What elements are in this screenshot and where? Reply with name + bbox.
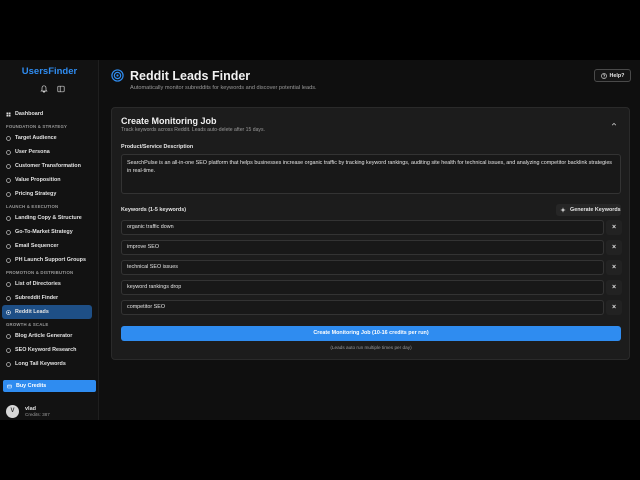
- sidebar-item-label: Email Sequencer: [15, 243, 59, 249]
- keyword-input[interactable]: technical SEO issues: [121, 260, 604, 275]
- card-title: Create Monitoring Job: [121, 116, 217, 126]
- sidebar-item-list-of-directories[interactable]: List of Directories: [0, 277, 99, 291]
- sidebar-item-label: PH Launch Support Groups: [15, 257, 86, 263]
- user-credits: Credits: 387: [25, 412, 50, 417]
- sidebar-item-label: SEO Keyword Research: [15, 347, 77, 353]
- search-icon: [6, 347, 11, 353]
- star-icon: [6, 177, 11, 183]
- group-icon: [6, 257, 11, 263]
- sidebar-item-user-persona[interactable]: User Persona: [0, 145, 99, 159]
- sidebar-toggle-icon[interactable]: [57, 85, 65, 93]
- sidebar-item-label: Subreddit Finder: [15, 295, 59, 301]
- sidebar-section-title: GROWTH & SCALE: [6, 322, 49, 327]
- sidebar-item-dashboard[interactable]: Dashboard: [0, 107, 99, 121]
- help-button[interactable]: Help?: [594, 69, 631, 82]
- card-subtitle: Track keywords across Reddit. Leads auto…: [121, 127, 265, 133]
- list-icon: [6, 281, 11, 287]
- app-logo[interactable]: UsersFinder: [0, 66, 99, 77]
- remove-keyword-button[interactable]: ×: [606, 300, 622, 315]
- help-label: Help?: [609, 72, 625, 79]
- sidebar-section-title: PROMOTION & DISTRIBUTION: [6, 270, 74, 275]
- chevron-up-icon[interactable]: [611, 121, 617, 127]
- sidebar-item-long-tail-keywords[interactable]: Long Tail Keywords: [0, 357, 99, 371]
- transform-icon: [6, 163, 11, 169]
- credit-card-icon: [7, 384, 12, 389]
- sparkle-icon: [560, 207, 566, 213]
- sidebar-item-label: Dashboard: [15, 111, 44, 117]
- sidebar-item-subreddit-finder[interactable]: Subreddit Finder: [0, 291, 99, 305]
- target-icon: [6, 135, 11, 141]
- buy-credits-label: Buy Credits: [16, 383, 47, 389]
- sidebar-item-label: Landing Copy & Structure: [15, 215, 82, 221]
- sidebar-section-title: LAUNCH & EXECUTION: [6, 204, 59, 209]
- page-title: Reddit Leads Finder: [130, 69, 251, 83]
- sidebar-item-go-to-market-strategy[interactable]: Go-To-Market Strategy: [0, 225, 99, 239]
- app-window: UsersFinder Dashboard FOUNDATION & STRATE…: [0, 60, 640, 420]
- keyword-input[interactable]: competitor SEO: [121, 300, 604, 315]
- user-icon: [6, 149, 11, 155]
- sidebar-item-label: Go-To-Market Strategy: [15, 229, 73, 235]
- sidebar-item-blog-article-generator[interactable]: Blog Article Generator: [0, 329, 99, 343]
- sidebar-item-label: Pricing Strategy: [15, 191, 57, 197]
- mail-icon: [6, 243, 11, 249]
- sidebar-section-title: FOUNDATION & STRATEGY: [6, 124, 68, 129]
- generate-keywords-button[interactable]: Generate Keywords: [556, 204, 621, 216]
- sidebar-item-label: Blog Article Generator: [15, 333, 73, 339]
- remove-keyword-button[interactable]: ×: [606, 220, 622, 235]
- keyword-input[interactable]: improve SEO: [121, 240, 604, 255]
- radar-icon: [111, 69, 124, 82]
- sidebar-item-seo-keyword-research[interactable]: SEO Keyword Research: [0, 343, 99, 357]
- remove-keyword-button[interactable]: ×: [606, 280, 622, 295]
- radar-icon: [6, 309, 11, 315]
- keyword-input[interactable]: organic traffic down: [121, 220, 604, 235]
- avatar: V: [6, 405, 19, 418]
- sidebar-item-target-audience[interactable]: Target Audience: [0, 131, 99, 145]
- sidebar-item-landing-copy-structure[interactable]: Landing Copy & Structure: [0, 211, 99, 225]
- sidebar-item-label: User Persona: [15, 149, 50, 155]
- sidebar-item-label: Long Tail Keywords: [15, 361, 66, 367]
- keyword-input[interactable]: keyword rankings drop: [121, 280, 604, 295]
- main-content: Reddit Leads Finder Automatically monito…: [100, 60, 640, 420]
- generate-keywords-label: Generate Keywords: [570, 207, 621, 213]
- description-textarea[interactable]: SearchPulse is an all-in-one SEO platfor…: [121, 154, 621, 194]
- dollar-icon: [6, 191, 11, 197]
- submit-note: (Leads auto run multiple times per day): [330, 345, 412, 350]
- sidebar-item-reddit-leads[interactable]: Reddit Leads: [2, 305, 92, 319]
- sidebar: UsersFinder Dashboard FOUNDATION & STRATE…: [0, 60, 99, 420]
- buy-credits-button[interactable]: Buy Credits: [3, 380, 96, 392]
- sidebar-item-label: Value Proposition: [15, 177, 61, 183]
- document-icon: [6, 215, 11, 221]
- sidebar-item-email-sequencer[interactable]: Email Sequencer: [0, 239, 99, 253]
- sidebar-item-label: Target Audience: [15, 135, 57, 141]
- user-profile[interactable]: V vlad Credits: 387: [6, 405, 50, 418]
- remove-keyword-button[interactable]: ×: [606, 260, 622, 275]
- sidebar-nav: Dashboard FOUNDATION & STRATEGY Target Aud…: [0, 107, 99, 371]
- keywords-label: Keywords (1-5 keywords): [121, 207, 187, 213]
- create-job-card: Create Monitoring Job Track keywords acr…: [111, 107, 630, 360]
- sidebar-item-ph-launch-support-groups[interactable]: PH Launch Support Groups: [0, 253, 99, 267]
- reddit-icon: [6, 295, 11, 301]
- sidebar-item-value-proposition[interactable]: Value Proposition: [0, 173, 99, 187]
- description-label: Product/Service Description: [121, 144, 194, 150]
- sidebar-tools: [40, 85, 65, 93]
- sidebar-item-label: Reddit Leads: [15, 309, 49, 315]
- keyword-icon: [6, 361, 11, 367]
- help-icon: [600, 72, 607, 79]
- pen-icon: [6, 333, 11, 339]
- page-subtitle: Automatically monitor subreddits for key…: [130, 85, 317, 91]
- sidebar-item-pricing-strategy[interactable]: Pricing Strategy: [0, 187, 99, 201]
- remove-keyword-button[interactable]: ×: [606, 240, 622, 255]
- sidebar-item-customer-transformation[interactable]: Customer Transformation: [0, 159, 99, 173]
- sidebar-item-label: Customer Transformation: [15, 163, 81, 169]
- create-job-button[interactable]: Create Monitoring Job (10-16 credits per…: [121, 326, 621, 341]
- strategy-icon: [6, 229, 11, 235]
- sidebar-item-label: List of Directories: [15, 281, 61, 287]
- dashboard-icon: [6, 112, 11, 117]
- bell-icon[interactable]: [40, 85, 48, 93]
